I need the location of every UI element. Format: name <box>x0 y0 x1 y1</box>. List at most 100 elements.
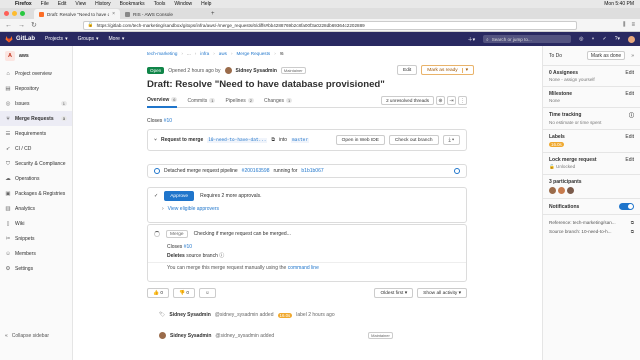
tab-changes[interactable]: Changes 1 <box>264 94 293 108</box>
pipeline-link[interactable]: #200163598 <box>242 168 270 174</box>
nav-more[interactable]: More ▾ <box>109 36 125 42</box>
library-icon[interactable]: ⫼ <box>623 22 626 29</box>
download-button[interactable]: ⤓ ▾ <box>442 135 460 145</box>
sidebar-item-project-overview[interactable]: ⌂ Project overview <box>0 66 72 81</box>
sidebar-item-issues[interactable]: ◎ Issues 1 <box>0 96 72 111</box>
gitlab-logo[interactable]: GitLab <box>5 35 35 43</box>
menu-view[interactable]: View <box>75 1 86 7</box>
menu-edit[interactable]: Edit <box>58 1 67 7</box>
participant-avatar[interactable] <box>567 187 574 194</box>
breadcrumb-aws[interactable]: aws <box>219 51 227 56</box>
edit-lock[interactable]: Edit <box>625 157 634 163</box>
app-name[interactable]: Firefox <box>15 1 32 7</box>
add-reaction-button[interactable]: ☺ <box>199 288 216 298</box>
thumbs-up-button[interactable]: 👍 0 <box>147 288 169 298</box>
unresolved-threads[interactable]: 2 unresolved threads <box>381 96 434 105</box>
plus-icon[interactable]: ＋▾ <box>468 36 476 43</box>
back-icon[interactable]: ← <box>5 22 12 29</box>
menu-window[interactable]: Window <box>174 1 192 7</box>
notifications-toggle[interactable] <box>619 203 634 210</box>
pipeline-running-icon[interactable] <box>154 168 160 174</box>
issues-nav-icon[interactable]: ◎ <box>579 36 583 42</box>
source-branch[interactable]: 10-need-to-have-dat... <box>207 137 268 143</box>
new-tab-icon[interactable]: + <box>206 9 220 19</box>
copy-icon[interactable]: ⧉ <box>631 220 634 225</box>
command-line-link[interactable]: command line <box>288 265 319 271</box>
mark-ready-button[interactable]: Mark as ready ▾ <box>421 65 475 75</box>
menu-bookmarks[interactable]: Bookmarks <box>120 1 145 7</box>
breadcrumb-merge-requests[interactable]: Merge Requests <box>236 51 270 56</box>
project-header[interactable]: A aws <box>0 46 72 66</box>
address-bar[interactable]: 🔒 https://gitlab.com/tech-marketing/sand… <box>82 20 577 30</box>
breadcrumb-group[interactable]: tech-marketing <box>147 51 177 56</box>
filter-dropdown[interactable]: Show all activity ▾ <box>417 288 467 298</box>
nav-projects[interactable]: Projects ▾ <box>45 36 68 42</box>
todo-nav-icon[interactable]: ✓ <box>603 36 607 42</box>
mark-done-button[interactable]: Mark as done <box>586 51 626 60</box>
collapse-right-icon[interactable]: » <box>631 53 634 59</box>
menu-tools[interactable]: Tools <box>154 1 166 7</box>
sidebar-item-repository[interactable]: ▤ Repository <box>0 81 72 96</box>
collapse-sidebar-button[interactable]: « Collapse sidebar <box>5 333 49 339</box>
search-input[interactable]: ⌕ Search or jump to... <box>483 35 572 43</box>
label-chip[interactable]: 16.0s <box>549 142 564 147</box>
sidebar-item-snippets[interactable]: ✂ Snippets <box>0 231 72 246</box>
close-window-icon[interactable] <box>4 11 9 16</box>
closes-issue-link[interactable]: #10 <box>164 118 172 124</box>
commit-link[interactable]: b1b1b067 <box>301 168 323 174</box>
tab-commits[interactable]: Commits 1 <box>187 94 216 108</box>
add-thread-icon[interactable]: ⊕ <box>436 96 445 105</box>
sidebar-item-packages[interactable]: ▣ Packages & Registries <box>0 186 72 201</box>
sidebar-item-analytics[interactable]: ▥ Analytics <box>0 201 72 216</box>
sidebar-item-ci-cd[interactable]: ➶ CI / CD <box>0 141 72 156</box>
activity-label-chip[interactable]: 16.0s <box>277 312 293 318</box>
pipeline-mini-graph-icon[interactable] <box>454 168 460 174</box>
tab-overview[interactable]: Overview 6 <box>147 94 178 108</box>
merge-button[interactable]: Merge <box>166 230 188 238</box>
approve-button[interactable]: Approve <box>164 191 195 201</box>
forward-icon[interactable]: → <box>18 22 25 29</box>
zoom-window-icon[interactable] <box>20 11 25 16</box>
breadcrumb-ellipsis[interactable]: ... <box>187 51 191 56</box>
open-web-ide-button[interactable]: Open in Web IDE <box>335 135 385 145</box>
edit-assignees[interactable]: Edit <box>625 70 634 76</box>
minimize-window-icon[interactable] <box>12 11 17 16</box>
sidebar-item-wiki[interactable]: ▯ Wiki <box>0 216 72 231</box>
edit-labels[interactable]: Edit <box>625 134 634 140</box>
breadcrumb-current[interactable]: !6 <box>280 51 284 56</box>
tab-gitlab-mr[interactable]: Draft: Resolve "Need to have data × <box>34 9 120 19</box>
view-approvers-toggle[interactable]: › View eligible approvers <box>148 204 466 214</box>
participant-avatar[interactable] <box>549 187 556 194</box>
tab-aws-console[interactable]: RIS - AWS Console <box>120 9 206 19</box>
hamburger-menu-icon[interactable]: ≡ <box>631 22 635 28</box>
copy-icon[interactable]: ⧉ <box>271 137 275 143</box>
reload-icon[interactable]: ↻ <box>31 21 37 29</box>
activity-user[interactable]: Sidney Sysadmin <box>169 312 210 318</box>
tab-pipelines[interactable]: Pipelines 2 <box>225 94 254 108</box>
comment-avatar[interactable] <box>159 332 166 339</box>
help-icon[interactable]: ?▾ <box>615 36 620 42</box>
thumbs-down-button[interactable]: 👎 0 <box>173 288 195 298</box>
jump-thread-icon[interactable]: ⇥ <box>447 96 456 105</box>
help-icon[interactable]: ⓘ <box>219 253 224 259</box>
menu-help[interactable]: Help <box>201 1 211 7</box>
close-tab-icon[interactable]: × <box>112 11 115 17</box>
edit-button[interactable]: Edit <box>397 65 418 75</box>
copy-icon[interactable]: ⧉ <box>631 229 634 234</box>
mr-nav-icon[interactable]: ⑂ <box>591 36 594 42</box>
menu-file[interactable]: File <box>41 1 49 7</box>
sidebar-item-requirements[interactable]: ☰ Requirements <box>0 126 72 141</box>
sidebar-item-merge-requests[interactable]: ⑂ Merge Requests 3 <box>0 111 72 126</box>
checkout-branch-button[interactable]: Check out branch <box>388 135 439 145</box>
nav-groups[interactable]: Groups ▾ <box>78 36 99 42</box>
sort-dropdown[interactable]: Oldest first ▾ <box>374 288 414 298</box>
sidebar-item-members[interactable]: ☺ Members <box>0 246 72 261</box>
sidebar-item-security[interactable]: ⛉ Security & Compliance <box>0 156 72 171</box>
target-branch[interactable]: master <box>291 137 309 143</box>
menu-history[interactable]: History <box>95 1 111 7</box>
edit-milestone[interactable]: Edit <box>625 91 634 97</box>
merge-closes-issue-link[interactable]: #10 <box>184 244 192 250</box>
sidebar-item-settings[interactable]: ⚙ Settings <box>0 261 72 276</box>
user-avatar[interactable] <box>628 35 635 43</box>
author-avatar[interactable] <box>224 67 232 74</box>
